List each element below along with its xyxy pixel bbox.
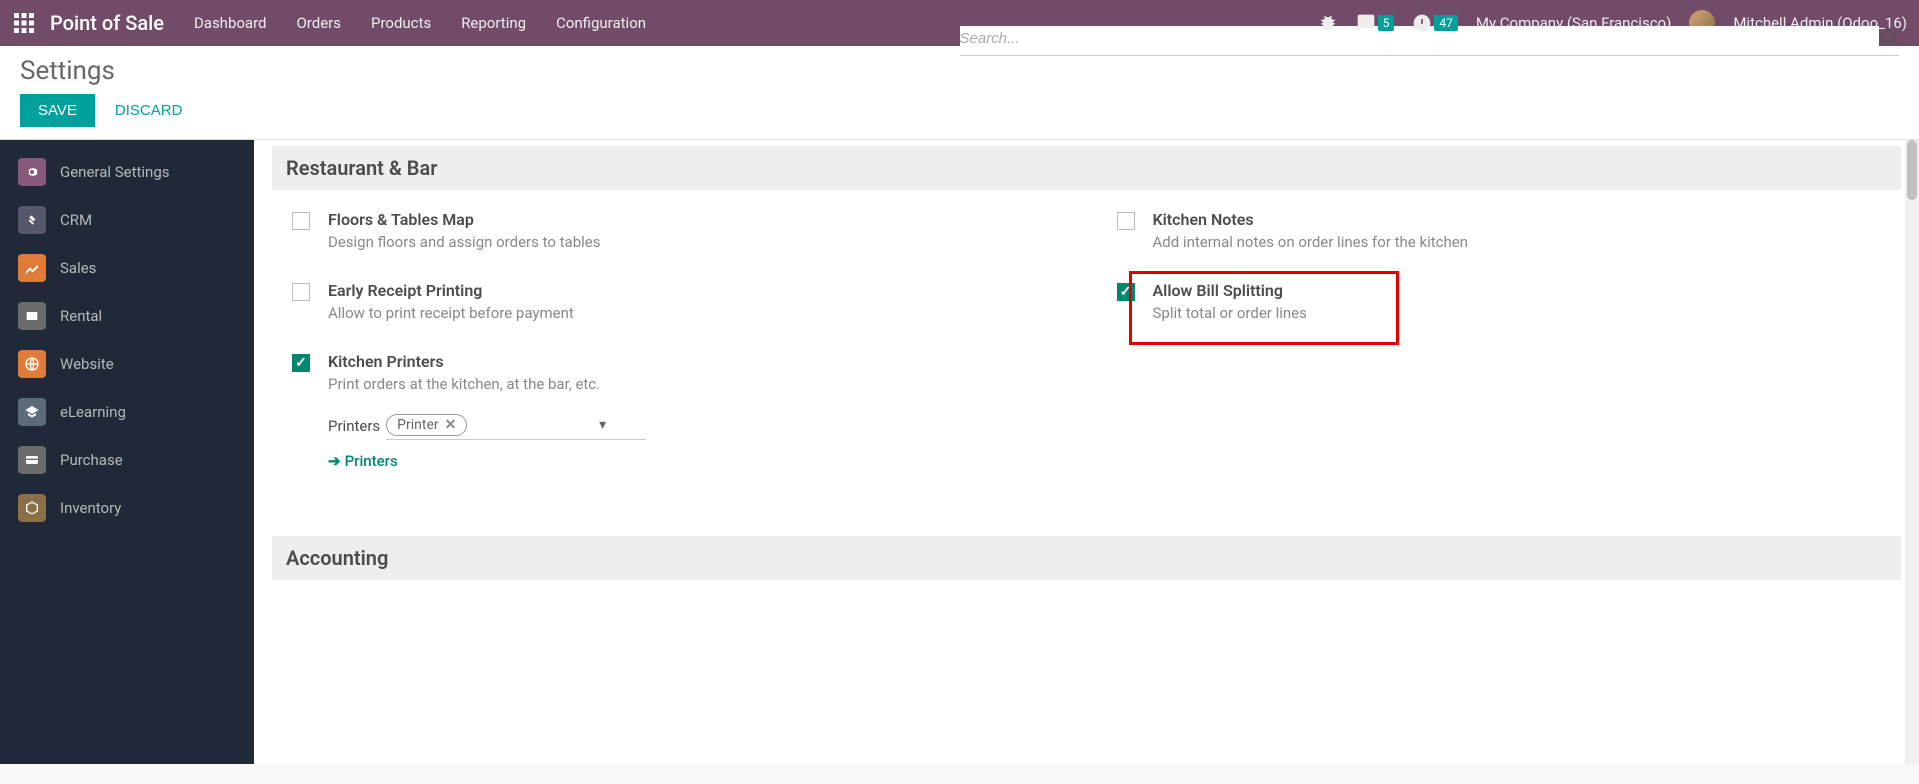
sidebar-item-rental[interactable]: Rental bbox=[0, 292, 254, 340]
tag-remove-icon[interactable]: ✕ bbox=[445, 417, 457, 433]
sidebar-item-label: CRM bbox=[60, 211, 92, 229]
apps-icon[interactable] bbox=[12, 11, 36, 35]
sidebar-item-label: Purchase bbox=[60, 451, 123, 469]
setting-early-receipt: Early Receipt Printing Allow to print re… bbox=[292, 281, 1057, 322]
setting-title: Floors & Tables Map bbox=[328, 210, 1057, 229]
setting-desc: Add internal notes on order lines for th… bbox=[1153, 233, 1882, 251]
sidebar-item-website[interactable]: Website bbox=[0, 340, 254, 388]
setting-desc: Allow to print receipt before payment bbox=[328, 304, 1057, 322]
link-label: Printers bbox=[345, 452, 398, 470]
box-icon bbox=[18, 494, 46, 522]
sidebar-item-label: Rental bbox=[60, 307, 102, 325]
globe-icon bbox=[18, 350, 46, 378]
setting-desc: Print orders at the kitchen, at the bar,… bbox=[328, 375, 1057, 393]
settings-content: Restaurant & Bar Floors & Tables Map Des… bbox=[254, 140, 1919, 764]
nav-menu-dashboard[interactable]: Dashboard bbox=[194, 14, 267, 32]
activities-icon[interactable]: 47 bbox=[1412, 13, 1458, 33]
sidebar-item-label: Sales bbox=[60, 259, 96, 277]
setting-title: Kitchen Notes bbox=[1153, 210, 1882, 229]
scrollbar-thumb[interactable] bbox=[1907, 140, 1917, 200]
setting-kitchen-printers: Kitchen Printers Print orders at the kit… bbox=[292, 352, 1057, 470]
checkbox-kitchen-notes[interactable] bbox=[1117, 212, 1135, 230]
printers-tag-input[interactable]: Printer ✕ ▾ bbox=[386, 411, 646, 440]
discard-button[interactable]: DISCARD bbox=[103, 94, 195, 127]
sidebar-item-label: Website bbox=[60, 355, 114, 373]
messages-icon[interactable]: 5 bbox=[1356, 13, 1395, 33]
sidebar-item-crm[interactable]: CRM bbox=[0, 196, 254, 244]
app-title[interactable]: Point of Sale bbox=[50, 11, 164, 35]
section-header-accounting: Accounting bbox=[272, 536, 1901, 580]
control-panel: Settings SAVE DISCARD bbox=[0, 46, 1919, 140]
setting-title: Allow Bill Splitting bbox=[1153, 281, 1882, 300]
sidebar-item-sales[interactable]: Sales bbox=[0, 244, 254, 292]
checkbox-floors-tables[interactable] bbox=[292, 212, 310, 230]
setting-title: Kitchen Printers bbox=[328, 352, 1057, 371]
sidebar-item-label: eLearning bbox=[60, 403, 126, 421]
nav-menu-configuration[interactable]: Configuration bbox=[556, 14, 646, 32]
chart-icon bbox=[18, 254, 46, 282]
sidebar-item-inventory[interactable]: Inventory bbox=[0, 484, 254, 532]
printers-link[interactable]: ➔ Printers bbox=[328, 452, 1057, 470]
page-title: Settings bbox=[20, 56, 194, 86]
scrollbar[interactable] bbox=[1905, 140, 1919, 764]
empty-col bbox=[1117, 352, 1882, 470]
handshake-icon bbox=[18, 206, 46, 234]
setting-title: Early Receipt Printing bbox=[328, 281, 1057, 300]
messages-badge: 5 bbox=[1378, 15, 1395, 31]
checkbox-early-receipt[interactable] bbox=[292, 283, 310, 301]
graduation-icon bbox=[18, 398, 46, 426]
checkbox-kitchen-printers[interactable] bbox=[292, 354, 310, 372]
setting-desc: Design floors and assign orders to table… bbox=[328, 233, 1057, 251]
debug-icon[interactable] bbox=[1318, 13, 1338, 33]
search-icon[interactable] bbox=[1879, 27, 1899, 51]
setting-floors-tables: Floors & Tables Map Design floors and as… bbox=[292, 210, 1057, 251]
setting-kitchen-notes: Kitchen Notes Add internal notes on orde… bbox=[1117, 210, 1882, 251]
nav-menu-reporting[interactable]: Reporting bbox=[461, 14, 526, 32]
sidebar-item-elearning[interactable]: eLearning bbox=[0, 388, 254, 436]
setting-bill-splitting: Allow Bill Splitting Split total or orde… bbox=[1117, 281, 1882, 322]
arrow-right-icon: ➔ bbox=[328, 452, 341, 470]
main-layout: General Settings CRM Sales Rental Websit… bbox=[0, 140, 1919, 764]
chevron-down-icon[interactable]: ▾ bbox=[599, 417, 606, 433]
tag-printer[interactable]: Printer ✕ bbox=[386, 414, 467, 436]
sidebar-item-label: Inventory bbox=[60, 499, 121, 517]
checkbox-bill-splitting[interactable] bbox=[1117, 283, 1135, 301]
sidebar-item-label: General Settings bbox=[60, 163, 170, 181]
settings-sidebar: General Settings CRM Sales Rental Websit… bbox=[0, 140, 254, 764]
nav-menu: Dashboard Orders Products Reporting Conf… bbox=[194, 14, 646, 32]
key-icon bbox=[18, 302, 46, 330]
section-header-restaurant: Restaurant & Bar bbox=[272, 146, 1901, 190]
sidebar-item-general[interactable]: General Settings bbox=[0, 148, 254, 196]
sidebar-item-purchase[interactable]: Purchase bbox=[0, 436, 254, 484]
setting-desc: Split total or order lines bbox=[1153, 304, 1882, 322]
nav-menu-products[interactable]: Products bbox=[371, 14, 431, 32]
save-button[interactable]: SAVE bbox=[20, 94, 95, 127]
activities-badge: 47 bbox=[1434, 15, 1458, 31]
card-icon bbox=[18, 446, 46, 474]
nav-menu-orders[interactable]: Orders bbox=[296, 14, 341, 32]
gear-icon bbox=[18, 158, 46, 186]
field-label-printers: Printers bbox=[328, 417, 380, 435]
tag-label: Printer bbox=[397, 417, 438, 433]
